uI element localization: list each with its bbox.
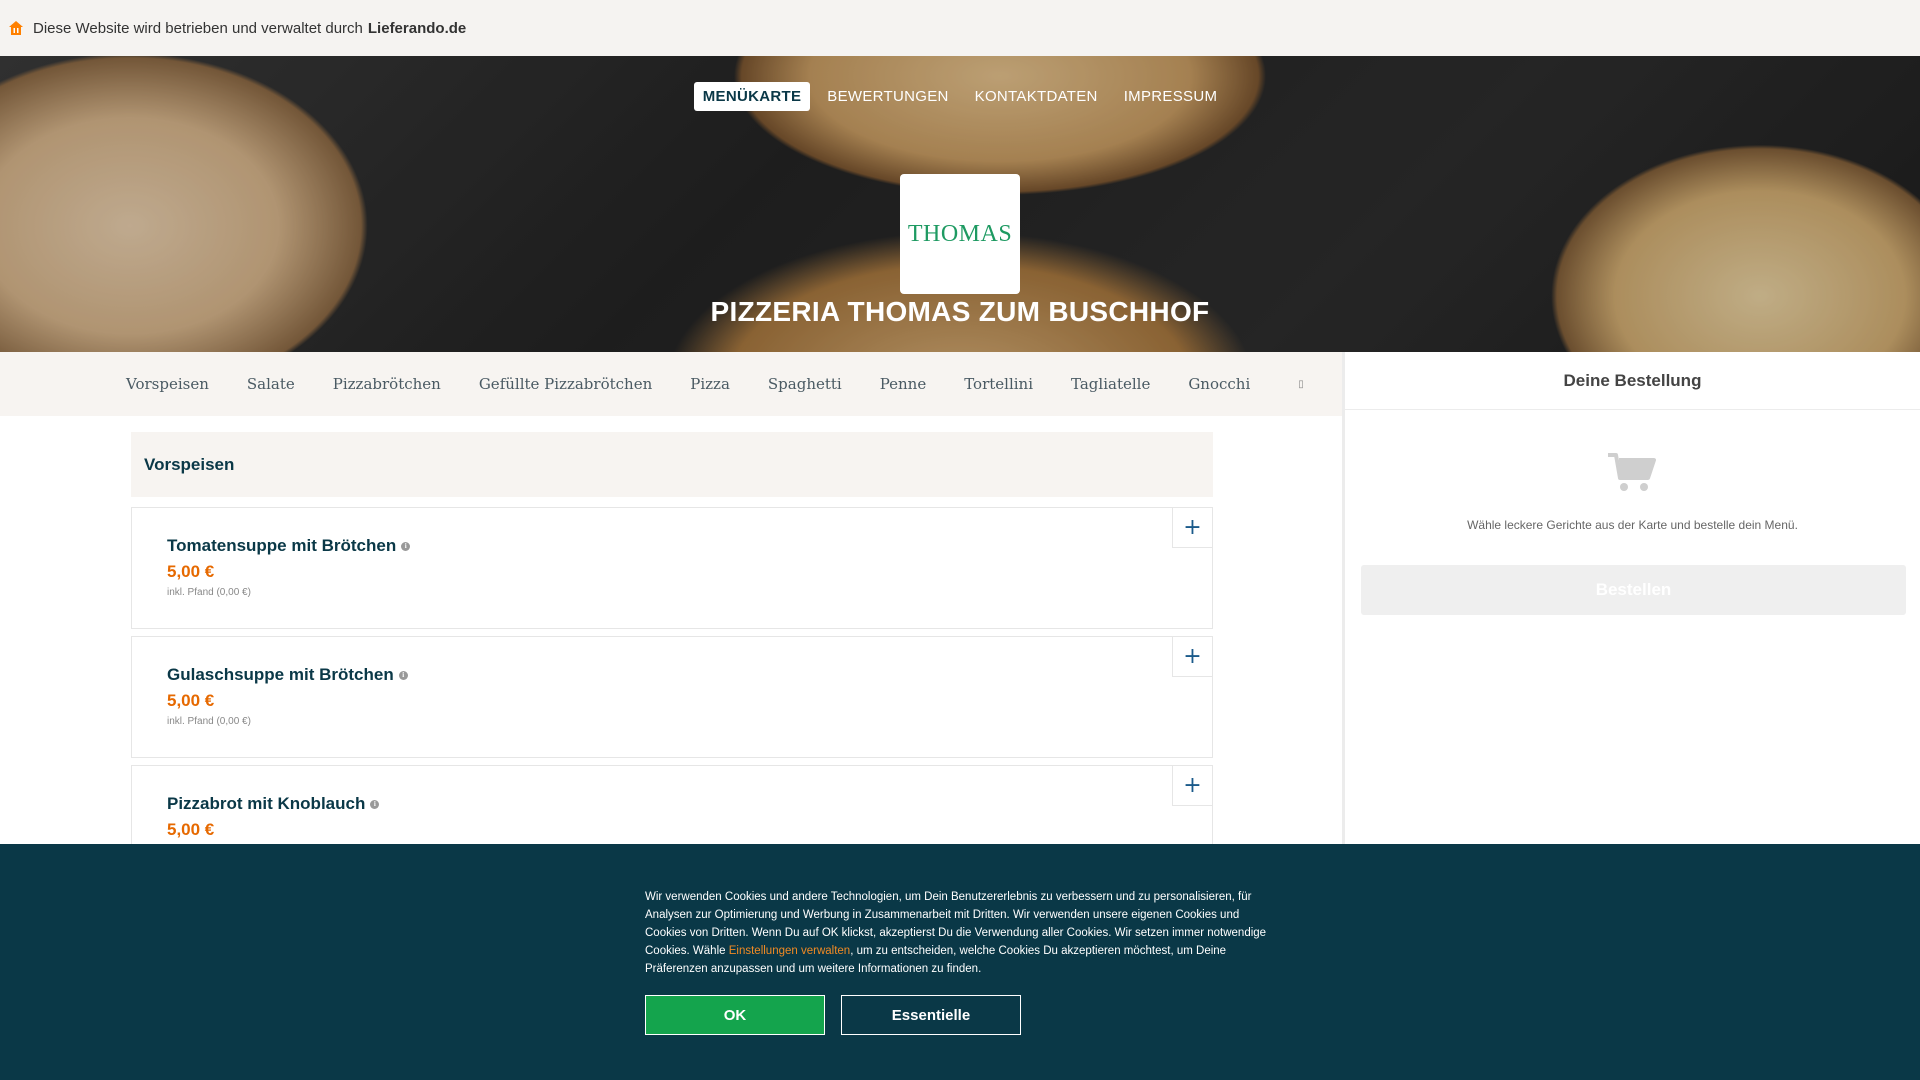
cookie-essential-button[interactable]: Essentielle [841, 995, 1021, 1035]
main-nav: MENÜKARTE BEWERTUNGEN KONTAKTDATEN IMPRE… [0, 82, 1920, 111]
cookie-settings-link[interactable]: Einstellungen verwalten [729, 945, 850, 957]
operator-bar: Diese Website wird betrieben und verwalt… [0, 0, 1920, 56]
operator-brand-link[interactable]: Lieferando.de [368, 20, 466, 37]
category-penne[interactable]: Penne [880, 375, 927, 393]
category-gefuellte-pizzabroetchen[interactable]: Gefüllte Pizzabrötchen [479, 375, 652, 393]
category-salate[interactable]: Salate [247, 375, 295, 393]
category-pizzabroetchen[interactable]: Pizzabrötchen [333, 375, 441, 393]
basket-empty-text: Wähle leckere Gerichte aus der Karte und… [1467, 518, 1798, 532]
nav-kontaktdaten[interactable]: KONTAKTDATEN [966, 82, 1107, 111]
cookie-text: Wir verwenden Cookies und andere Technol… [645, 891, 1267, 975]
info-icon[interactable]: i [370, 800, 380, 810]
cookie-ok-button[interactable]: OK [645, 995, 825, 1035]
category-gnocchi[interactable]: Gnocchi [1188, 375, 1250, 393]
operator-text: Diese Website wird betrieben und verwalt… [33, 19, 363, 37]
add-dish-button[interactable]: + [1172, 637, 1212, 677]
category-spaghetti[interactable]: Spaghetti [768, 375, 842, 393]
restaurant-logo: THOMAS [900, 174, 1020, 294]
order-button[interactable]: Bestellen [1361, 565, 1906, 615]
more-categories-icon[interactable]: ▯ [1298, 379, 1304, 390]
nav-impressum[interactable]: IMPRESSUM [1115, 82, 1227, 111]
home-icon [9, 21, 23, 35]
section-title: Vorspeisen [131, 432, 1213, 497]
nav-bewertungen[interactable]: BEWERTUNGEN [818, 82, 957, 111]
cookie-banner: Wir verwenden Cookies und andere Technol… [0, 844, 1920, 1080]
restaurant-name: PIZZERIA THOMAS ZUM BUSCHHOF [710, 296, 1210, 327]
category-tortellini[interactable]: Tortellini [964, 375, 1033, 393]
dish-name: Tomatensuppe mit Brötchen i [167, 536, 411, 556]
dish-deposit: inkl. Pfand (0,00 €) [167, 716, 251, 727]
dish-price: 5,00 € [167, 820, 215, 839]
logo-text: THOMAS [907, 220, 1013, 247]
category-vorspeisen[interactable]: Vorspeisen [126, 375, 209, 393]
category-pizza[interactable]: Pizza [690, 375, 730, 393]
add-dish-button[interactable]: + [1172, 766, 1212, 806]
dish-name: Pizzabrot mit Knoblauch i [167, 794, 380, 814]
basket-title: Deine Bestellung [1345, 352, 1920, 410]
dish-card[interactable]: Tomatensuppe mit Brötchen i 5,00 € inkl. … [131, 507, 1213, 629]
dish-card[interactable]: Gulaschsuppe mit Brötchen i 5,00 € inkl. … [131, 636, 1213, 758]
add-dish-button[interactable]: + [1172, 508, 1212, 548]
info-icon[interactable]: i [401, 542, 411, 552]
dish-price: 5,00 € [167, 691, 215, 710]
hero-banner: MENÜKARTE BEWERTUNGEN KONTAKTDATEN IMPRE… [0, 56, 1920, 352]
category-bar: Vorspeisen Salate Pizzabrötchen Gefüllte… [0, 352, 1342, 416]
nav-menukarte[interactable]: MENÜKARTE [693, 82, 811, 111]
cart-icon [1608, 453, 1656, 491]
info-icon[interactable]: i [398, 671, 408, 681]
dish-name: Gulaschsuppe mit Brötchen i [167, 665, 408, 685]
category-tagliatelle[interactable]: Tagliatelle [1071, 375, 1150, 393]
dish-deposit: inkl. Pfand (0,00 €) [167, 587, 251, 598]
dish-price: 5,00 € [167, 562, 215, 581]
